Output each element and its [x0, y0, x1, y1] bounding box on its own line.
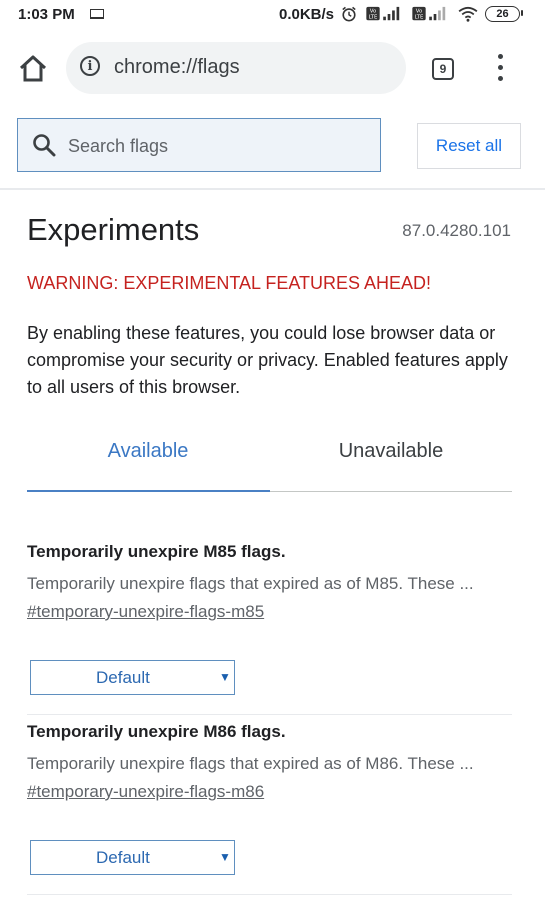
search-input[interactable]: Search flags: [17, 118, 381, 172]
tab-available-label: Available: [107, 440, 189, 462]
flag-select-value: Default: [96, 848, 150, 867]
tab-unavailable-label: Unavailable: [338, 440, 444, 462]
browser-toolbar: i chrome://flags 9: [0, 30, 545, 109]
search-placeholder: Search flags: [68, 136, 169, 156]
volte-signal-2-icon: Vo LTE: [412, 6, 446, 20]
home-icon[interactable]: [16, 52, 50, 86]
tab-selected-indicator: [27, 490, 270, 492]
description-text: By enabling these features, you could lo…: [27, 323, 508, 397]
tab-switcher-icon[interactable]: 9: [432, 58, 454, 80]
flag-description: Temporarily unexpire flags that expired …: [27, 574, 474, 593]
volte-signal-icon: Vo LTE: [366, 6, 400, 20]
warning-text: WARNING: EXPERIMENTAL FEATURES AHEAD!: [27, 273, 432, 293]
flag-description: Temporarily unexpire flags that expired …: [27, 754, 474, 773]
svg-text:LTE: LTE: [369, 14, 378, 20]
reset-all-button[interactable]: Reset all: [417, 123, 521, 169]
dropdown-arrow-icon: ▼: [219, 850, 231, 864]
wifi-icon: [458, 6, 478, 22]
flag-link[interactable]: #temporary-unexpire-flags-m85: [27, 602, 512, 622]
flag-item: Temporarily unexpire M85 flags. Temporar…: [27, 542, 512, 715]
flag-select-value: Default: [96, 668, 150, 687]
flag-link[interactable]: #temporary-unexpire-flags-m86: [27, 782, 512, 802]
omnibox[interactable]: i chrome://flags: [66, 42, 406, 94]
flag-divider: [27, 714, 512, 715]
svg-text:LTE: LTE: [415, 14, 424, 20]
flag-select[interactable]: Default ▼: [30, 840, 235, 875]
tab-available[interactable]: Available: [27, 440, 269, 492]
search-row: Search flags Reset all: [0, 108, 545, 190]
version-label: 87.0.4280.101: [402, 221, 511, 240]
search-icon: [33, 134, 56, 157]
status-time: 1:03 PM: [18, 6, 75, 23]
page-title: Experiments: [27, 212, 200, 247]
battery-tip: [521, 10, 523, 16]
flag-title: Temporarily unexpire M85 flags.: [27, 542, 286, 561]
flag-title: Temporarily unexpire M86 flags.: [27, 722, 286, 741]
screen-cast-icon: [90, 9, 104, 19]
flag-select[interactable]: Default ▼: [30, 660, 235, 695]
info-icon[interactable]: i: [80, 56, 100, 76]
tab-unavailable[interactable]: Unavailable: [270, 440, 512, 492]
flag-divider: [27, 894, 512, 895]
dropdown-arrow-icon: ▼: [219, 670, 231, 684]
network-speed: 0.0KB/s: [279, 6, 335, 23]
battery-icon: 26: [485, 6, 520, 22]
status-bar: 1:03 PM 0.0KB/s Vo LTE Vo LTE 26: [0, 0, 545, 30]
flag-item: Temporarily unexpire M86 flags. Temporar…: [27, 722, 512, 895]
alarm-icon: [342, 6, 356, 22]
url-text[interactable]: chrome://flags: [114, 56, 240, 79]
more-vert-icon[interactable]: [490, 54, 510, 84]
